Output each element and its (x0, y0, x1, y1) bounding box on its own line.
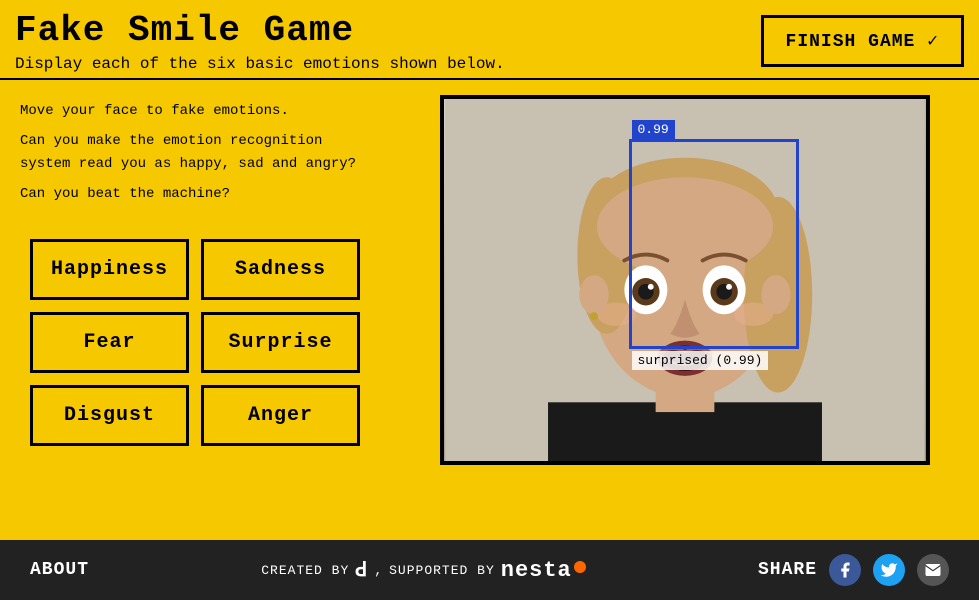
main-content: Move your face to fake emotions. Can you… (0, 80, 979, 480)
twitter-share-button[interactable] (873, 554, 905, 586)
instruction-line1: Move your face to fake emotions. (20, 100, 370, 122)
created-by-label: CREATED BY (261, 563, 349, 578)
camera-container: 0.99 surprised (0.99) (440, 95, 930, 465)
share-label: SHARE (758, 560, 817, 580)
nesta-logo: nesta (501, 558, 586, 583)
email-icon (924, 561, 942, 579)
instruction-line3: Can you beat the machine? (20, 183, 370, 205)
left-panel: Move your face to fake emotions. Can you… (0, 80, 390, 480)
supported-by-label: SUPPORTED BY (389, 563, 495, 578)
emotion-btn-surprise[interactable]: Surprise (201, 312, 360, 373)
dd-logo: ꓒ (355, 557, 368, 583)
header-left: Fake Smile Game Display each of the six … (15, 10, 505, 73)
right-panel: 0.99 surprised (0.99) (390, 80, 979, 480)
emotion-btn-anger[interactable]: Anger (201, 385, 360, 446)
emotion-btn-fear[interactable]: Fear (30, 312, 189, 373)
footer: ABOUT CREATED BY ꓒ , SUPPORTED BY nesta … (0, 540, 979, 600)
emotion-btn-sadness[interactable]: Sadness (201, 239, 360, 300)
emotion-btn-happiness[interactable]: Happiness (30, 239, 189, 300)
emotion-label: surprised (0.99) (632, 351, 769, 370)
app-title: Fake Smile Game (15, 10, 505, 51)
camera-feed: 0.99 surprised (0.99) (444, 99, 926, 461)
app-header: Fake Smile Game Display each of the six … (0, 0, 979, 80)
finish-game-button[interactable]: FINISH GAME ✓ (761, 15, 964, 67)
facebook-share-button[interactable] (829, 554, 861, 586)
instructions: Move your face to fake emotions. Can you… (20, 100, 370, 214)
about-link[interactable]: ABOUT (30, 560, 89, 580)
nesta-text: nesta (501, 558, 572, 583)
emotion-grid: HappinessSadnessFearSurpriseDisgustAnger (20, 239, 370, 446)
face-detection-box: 0.99 surprised (0.99) (629, 139, 799, 349)
comma: , (374, 563, 383, 578)
confidence-badge: 0.99 (632, 120, 675, 139)
facebook-icon (836, 561, 854, 579)
subtitle: Display each of the six basic emotions s… (15, 55, 505, 73)
twitter-icon (880, 561, 898, 579)
footer-right: SHARE (758, 554, 949, 586)
emotion-btn-disgust[interactable]: Disgust (30, 385, 189, 446)
footer-center: CREATED BY ꓒ , SUPPORTED BY nesta (261, 557, 586, 583)
instruction-line2: Can you make the emotion recognition sys… (20, 130, 370, 175)
nesta-dot (574, 561, 586, 573)
email-share-button[interactable] (917, 554, 949, 586)
